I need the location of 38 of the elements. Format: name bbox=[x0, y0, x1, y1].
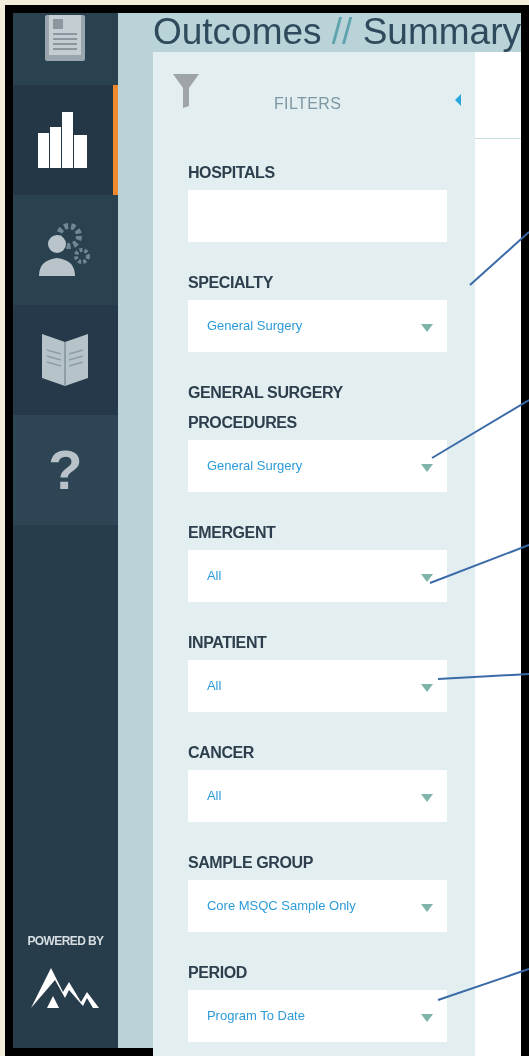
dropdown-caret-icon bbox=[420, 684, 433, 692]
filter-dropdown[interactable]: General Surgery bbox=[187, 300, 447, 352]
dropdown-caret-icon bbox=[420, 1014, 433, 1022]
sidebar-item[interactable] bbox=[13, 13, 118, 85]
filter-label: SAMPLE GROUP bbox=[187, 853, 314, 873]
bar-chart-icon bbox=[37, 112, 88, 168]
filter-dropdown[interactable]: All bbox=[187, 770, 447, 822]
filter-label: INPATIENT bbox=[187, 633, 268, 653]
dropdown-caret-icon bbox=[420, 324, 433, 332]
filter-label: GENERAL SURGERY PROCEDURES bbox=[187, 383, 344, 433]
filter-icon bbox=[172, 74, 199, 108]
sidebar-item[interactable] bbox=[13, 305, 118, 415]
filter-label: PERIOD bbox=[187, 963, 248, 983]
mountain-logo bbox=[31, 966, 100, 1008]
help-icon: ? bbox=[48, 442, 83, 498]
filter-label: SPECIALTY bbox=[187, 273, 274, 293]
filters-heading: FILTERS bbox=[273, 94, 342, 114]
filter-dropdown[interactable]: Core MSQC Sample Only bbox=[187, 880, 447, 932]
page-title: Outcomes // Summary bbox=[152, 12, 521, 52]
filter-label: EMERGENT bbox=[187, 523, 277, 543]
dropdown-caret-icon bbox=[420, 904, 433, 912]
sidebar-item[interactable] bbox=[13, 85, 118, 195]
filter-label: HOSPITALS bbox=[187, 163, 276, 183]
hospitals-input[interactable] bbox=[187, 190, 447, 242]
book-icon bbox=[42, 334, 89, 386]
sidebar-item[interactable]: ? bbox=[13, 415, 118, 525]
dropdown-caret-icon bbox=[420, 574, 433, 582]
filter-dropdown[interactable]: All bbox=[187, 660, 447, 712]
leader-line bbox=[469, 231, 529, 286]
filter-label: CANCER bbox=[187, 743, 255, 763]
sidebar-item[interactable] bbox=[13, 195, 118, 305]
document-icon bbox=[43, 15, 88, 61]
filter-dropdown[interactable]: Program To Date bbox=[187, 990, 447, 1042]
filter-dropdown[interactable]: All bbox=[187, 550, 447, 602]
powered-by-label: POWERED BY bbox=[27, 933, 104, 950]
filter-dropdown[interactable]: General Surgery bbox=[187, 440, 447, 492]
dropdown-caret-icon bbox=[420, 464, 433, 472]
dropdown-caret-icon bbox=[420, 794, 433, 802]
